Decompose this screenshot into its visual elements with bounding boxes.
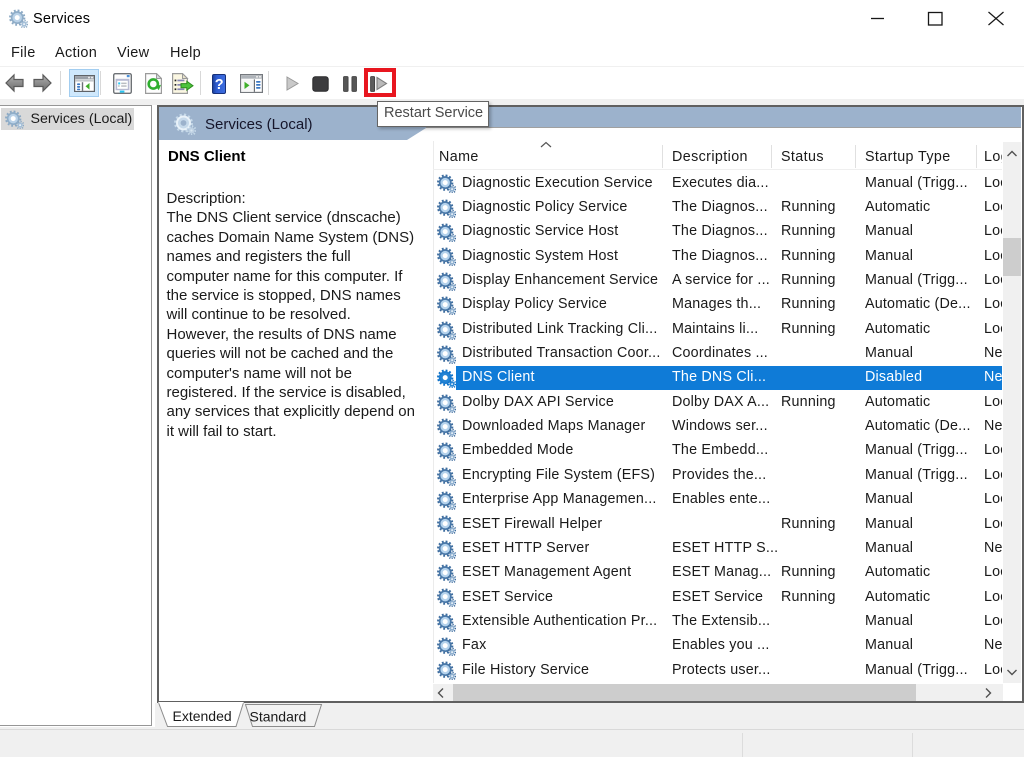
svg-text:?: ? bbox=[215, 77, 224, 93]
svg-text:Standard: Standard bbox=[250, 709, 307, 725]
svg-text:Extended: Extended bbox=[173, 708, 232, 724]
